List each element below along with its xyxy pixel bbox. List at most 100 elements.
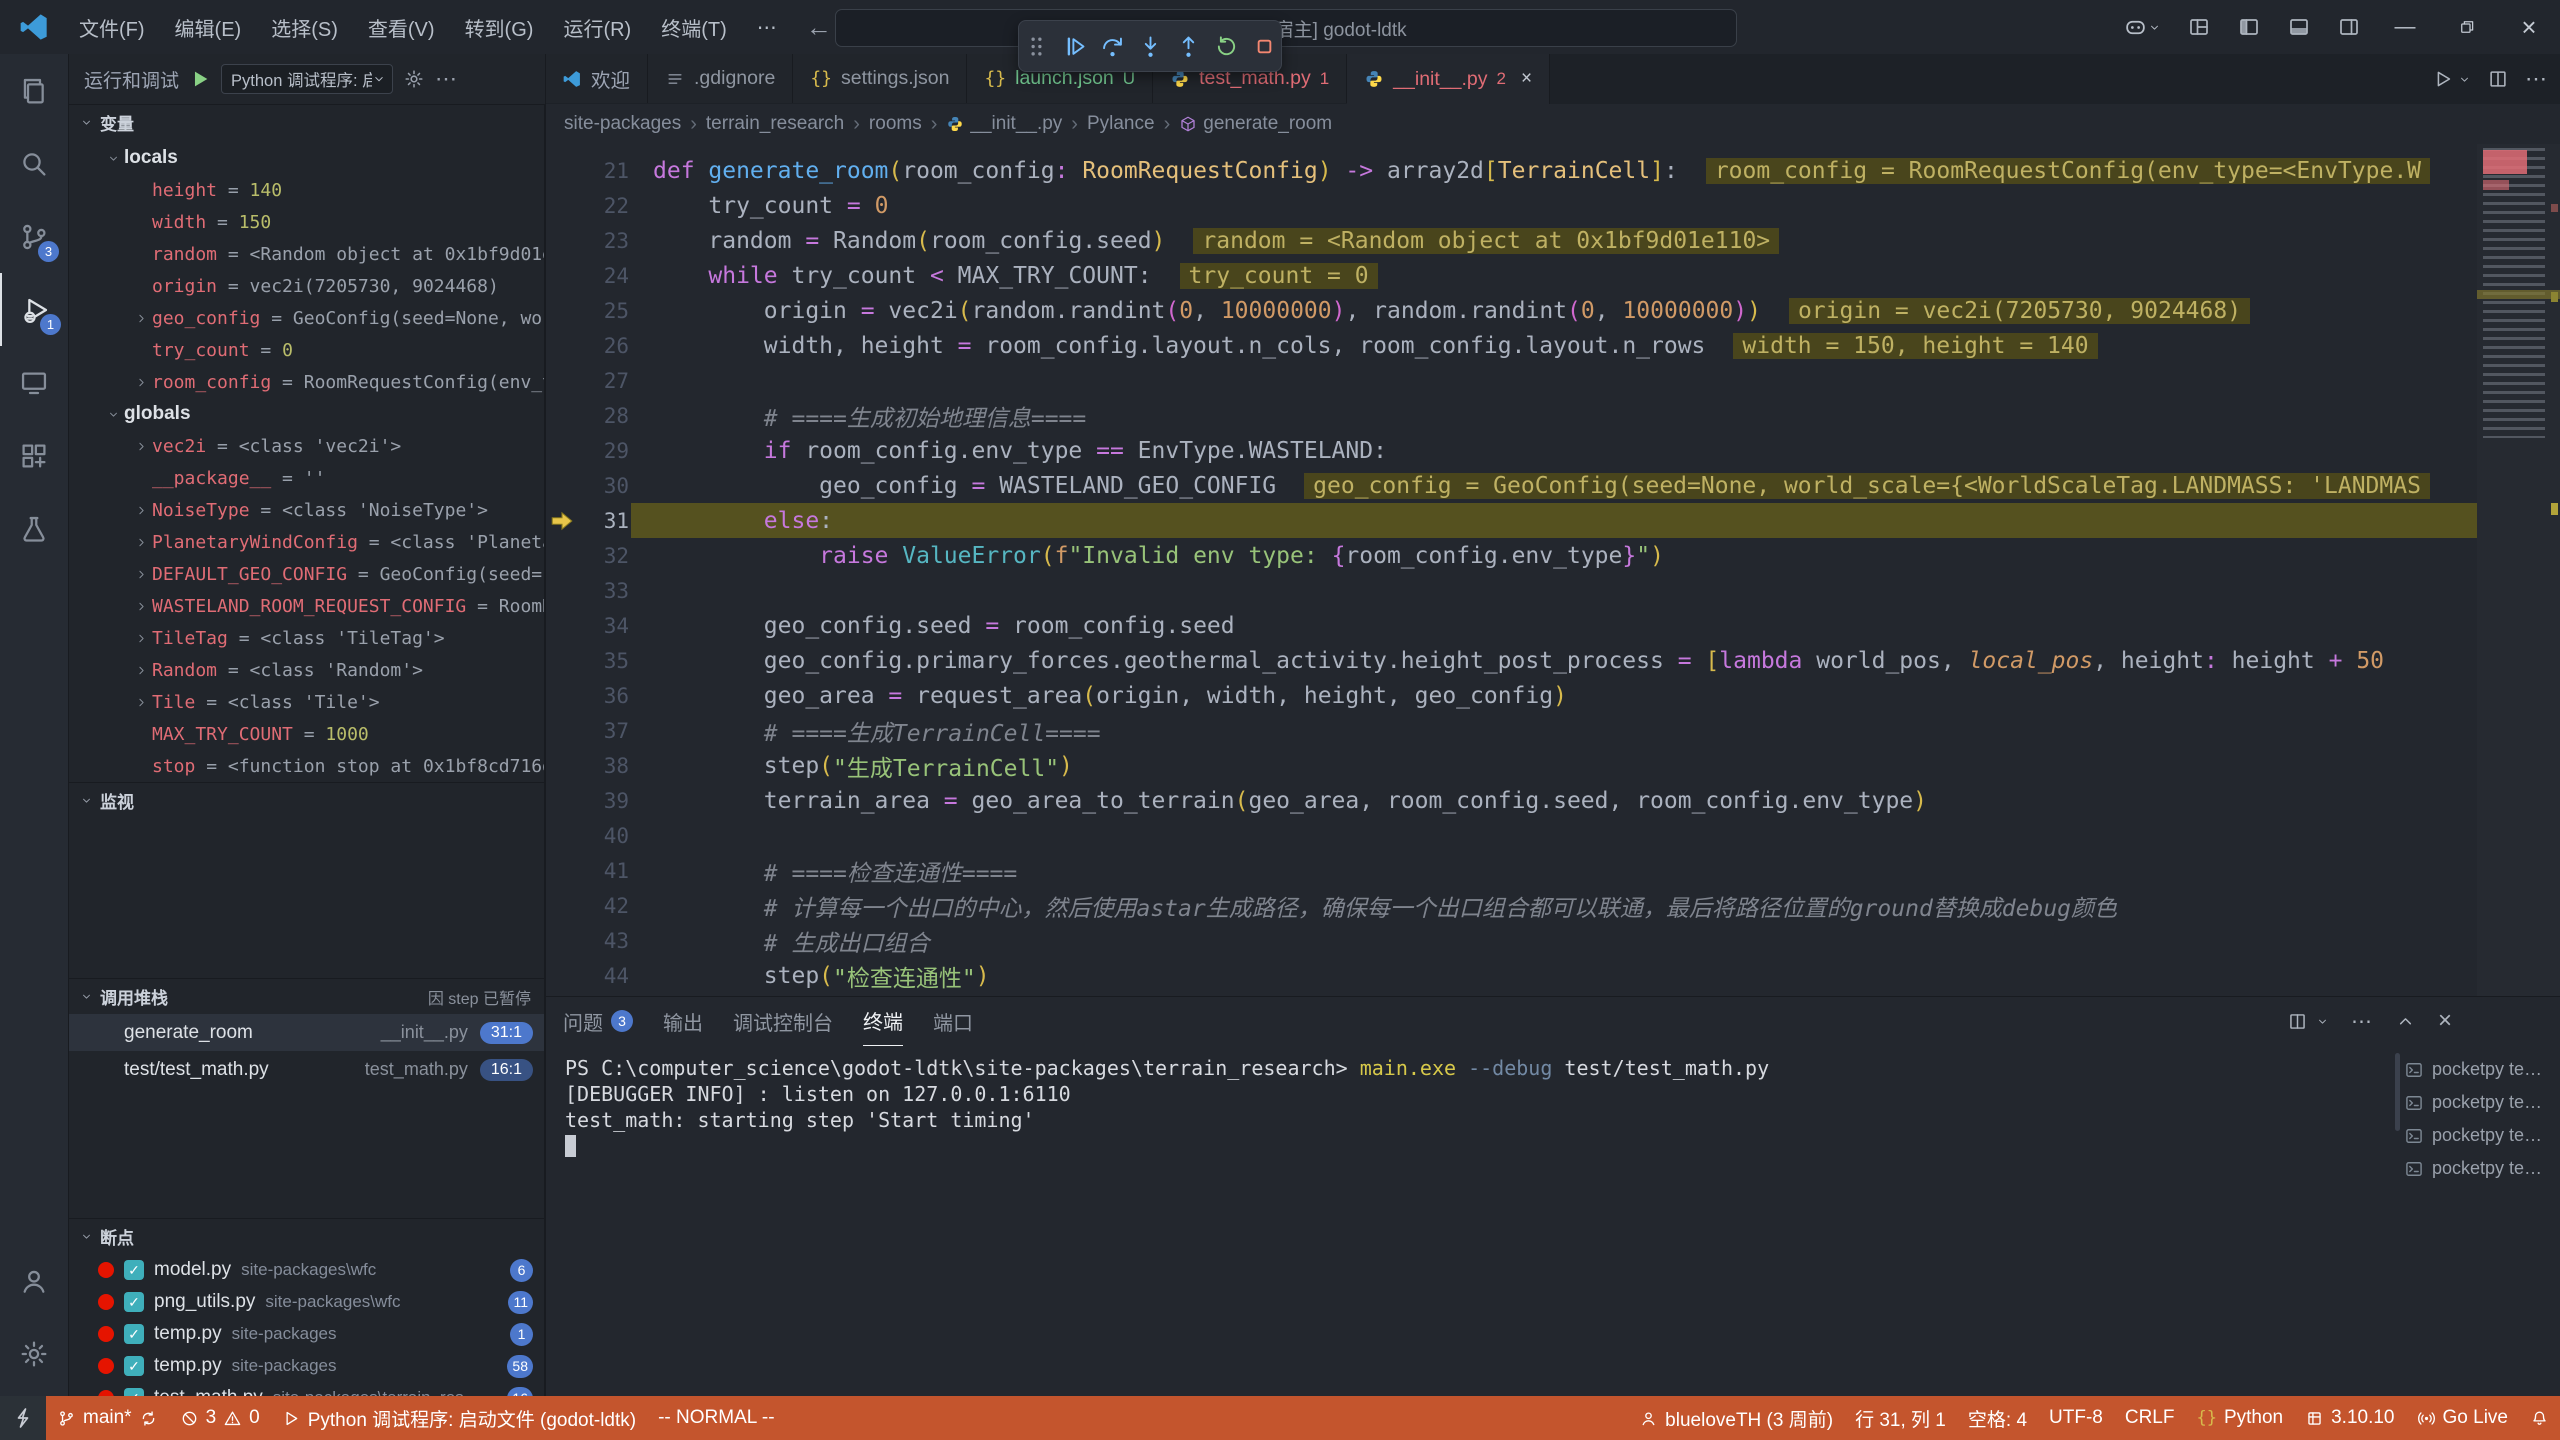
status-vim-mode[interactable]: -- NORMAL -- xyxy=(647,1396,785,1440)
code-line[interactable]: 24 while try_count < MAX_TRY_COUNT:try_c… xyxy=(545,258,2477,293)
variables-scope-globals[interactable]: globals xyxy=(68,398,545,430)
terminal-dropdown-icon[interactable] xyxy=(2316,1015,2329,1028)
variable-row-NoiseType[interactable]: NoiseType = <class 'NoiseType'> xyxy=(68,494,545,526)
code-line[interactable]: 20 xyxy=(545,144,2477,153)
panel-tab-端口[interactable]: 端口 xyxy=(933,997,973,1045)
code-line[interactable]: 22 try_count = 0 xyxy=(545,188,2477,223)
toggle-secondary-sidebar-button[interactable] xyxy=(2324,0,2374,54)
command-center-search[interactable]: [扩展开发宿主] godot-ldtk xyxy=(835,9,1737,47)
menu-终端[interactable]: 终端(T) xyxy=(646,0,742,54)
tab-.gdignore[interactable]: .gdignore xyxy=(648,54,793,103)
activity-extensions[interactable] xyxy=(0,419,68,492)
panel-tab-问题[interactable]: 问题3 xyxy=(563,997,633,1045)
split-editor-button[interactable] xyxy=(2487,68,2509,90)
code-line[interactable]: 33 xyxy=(545,573,2477,608)
variables-section-header[interactable]: 变量 xyxy=(68,104,545,140)
menu-运行[interactable]: 运行(R) xyxy=(548,0,646,54)
panel-tab-输出[interactable]: 输出 xyxy=(663,997,703,1045)
panel-tab-调试控制台[interactable]: 调试控制台 xyxy=(733,997,833,1045)
code-line[interactable]: 44 step("检查连通性") xyxy=(545,958,2477,993)
stop-button[interactable] xyxy=(1247,27,1281,65)
activity-debug[interactable]: 1 xyxy=(0,273,70,346)
more-actions-icon[interactable]: ⋯ xyxy=(435,66,459,92)
variable-row-geo_config[interactable]: geo_config = GeoConfig(seed=None, wor… xyxy=(68,302,545,334)
variables-scope-locals[interactable]: locals xyxy=(68,142,545,174)
breakpoint-row-temp.py[interactable]: ✓temp.pysite-packages1 xyxy=(68,1318,545,1350)
breadcrumb-item-site-packages[interactable]: site-packages xyxy=(564,113,681,135)
callstack-frame-generate_room[interactable]: generate_room__init__.py31:1 xyxy=(68,1014,545,1051)
terminal-instance[interactable]: pocketpy te… xyxy=(2404,1086,2556,1119)
status-debug-session[interactable]: Python 调试程序: 启动文件 (godot-ldtk) xyxy=(271,1396,647,1440)
status-git-branch[interactable]: main* xyxy=(46,1396,169,1440)
callstack-section-header[interactable]: 调用堆栈 因 step 已暂停 xyxy=(68,978,545,1014)
tab-settings.json[interactable]: {}settings.json xyxy=(793,54,967,103)
variable-row-vec2i[interactable]: vec2i = <class 'vec2i'> xyxy=(68,430,545,462)
debug-settings-gear-icon[interactable] xyxy=(403,68,425,90)
toggle-panel-button[interactable] xyxy=(2274,0,2324,54)
code-line[interactable]: 36 geo_area = request_area(origin, width… xyxy=(545,678,2477,713)
breadcrumb-item-__init__.py[interactable]: __init__.py xyxy=(946,113,1062,135)
remote-indicator[interactable] xyxy=(0,1396,46,1440)
status-language-mode[interactable]: {}Python xyxy=(2185,1396,2294,1440)
activity-test-beaker[interactable] xyxy=(0,492,68,565)
restart-button[interactable] xyxy=(1209,27,1243,65)
code-editor[interactable]: 2021def generate_room(room_config: RoomR… xyxy=(545,144,2560,996)
terminal-instance[interactable]: pocketpy te… xyxy=(2404,1119,2556,1152)
breakpoint-checkbox[interactable]: ✓ xyxy=(124,1260,144,1280)
status-git-author[interactable]: blueloveTH (3 周前) xyxy=(1628,1396,1844,1440)
variable-row-room_config[interactable]: room_config = RoomRequestConfig(env_t… xyxy=(68,366,545,398)
terminal-instance[interactable]: pocketpy te… xyxy=(2404,1152,2556,1185)
breakpoint-row-model.py[interactable]: ✓model.pysite-packages\wfc6 xyxy=(68,1254,545,1286)
breakpoint-row-temp.py[interactable]: ✓temp.pysite-packages58 xyxy=(68,1350,545,1382)
code-line[interactable]: 32 raise ValueError(f"Invalid env type: … xyxy=(545,538,2477,573)
menu-编辑[interactable]: 编辑(E) xyxy=(160,0,257,54)
status-notifications[interactable] xyxy=(2519,1396,2560,1440)
variable-row-Tile[interactable]: Tile = <class 'Tile'> xyxy=(68,686,545,718)
maximize-panel-button[interactable] xyxy=(2395,1011,2416,1032)
variable-row-stop[interactable]: stop = <function stop at 0x1bf8cd716d xyxy=(68,750,545,782)
menu-转到[interactable]: 转到(G) xyxy=(450,0,549,54)
code-line[interactable]: 38 step("生成TerrainCell") xyxy=(545,748,2477,783)
run-dropdown-icon[interactable] xyxy=(2458,73,2471,86)
continue-button[interactable] xyxy=(1057,27,1091,65)
code-line[interactable]: 29 if room_config.env_type == EnvType.WA… xyxy=(545,433,2477,468)
variable-row-PlanetaryWindConfig[interactable]: PlanetaryWindConfig = <class 'Planeta… xyxy=(68,526,545,558)
activity-account[interactable] xyxy=(0,1244,68,1317)
code-line[interactable]: 25 origin = vec2i(random.randint(0, 1000… xyxy=(545,293,2477,328)
code-line[interactable]: 35 geo_config.primary_forces.geothermal_… xyxy=(545,643,2477,678)
code-line[interactable]: 27 xyxy=(545,363,2477,398)
tab-欢迎[interactable]: 欢迎 xyxy=(545,54,648,103)
variable-row-origin[interactable]: origin = vec2i(7205730, 9024468) xyxy=(68,270,545,302)
panel-tab-终端[interactable]: 终端 xyxy=(863,997,903,1046)
code-line[interactable]: 31 else: xyxy=(545,503,2477,538)
code-line[interactable]: 21def generate_room(room_config: RoomReq… xyxy=(545,153,2477,188)
code-line[interactable]: 28 # ====生成初始地理信息==== xyxy=(545,398,2477,433)
close-panel-button[interactable]: × xyxy=(2438,1007,2452,1035)
variable-row-width[interactable]: width = 150 xyxy=(68,206,545,238)
customize-layout-button[interactable] xyxy=(2174,0,2224,54)
minimize-button[interactable]: — xyxy=(2374,0,2436,54)
variable-row-random[interactable]: random = <Random object at 0x1bf9d01e… xyxy=(68,238,545,270)
code-line[interactable]: 39 terrain_area = geo_area_to_terrain(ge… xyxy=(545,783,2477,818)
restore-button[interactable] xyxy=(2436,0,2498,54)
status-python-interpreter[interactable]: 3.10.10 xyxy=(2294,1396,2405,1440)
menu-选择[interactable]: 选择(S) xyxy=(256,0,353,54)
variable-row-try_count[interactable]: try_count = 0 xyxy=(68,334,545,366)
step-over-button[interactable] xyxy=(1095,27,1129,65)
panel-more-actions-icon[interactable]: ⋯ xyxy=(2351,1009,2373,1034)
tab-__init__.py[interactable]: __init__.py2× xyxy=(1347,54,1550,104)
breakpoint-checkbox[interactable]: ✓ xyxy=(124,1356,144,1376)
run-python-file-button[interactable] xyxy=(2432,68,2454,90)
split-terminal-button[interactable] xyxy=(2287,1011,2308,1032)
copilot-icon[interactable] xyxy=(2110,0,2174,54)
code-line[interactable]: 42 # 计算每一个出口的中心，然后使用astar生成路径，确保每一个出口组合都… xyxy=(545,888,2477,923)
variable-row-DEFAULT_GEO_CONFIG[interactable]: DEFAULT_GEO_CONFIG = GeoConfig(seed=1… xyxy=(68,558,545,590)
breakpoint-row-test_math.py[interactable]: ✓test_math.pysite-packages\terrain_res…1… xyxy=(68,1382,545,1396)
code-line[interactable]: 37 # ====生成TerrainCell==== xyxy=(545,713,2477,748)
terminal-instance[interactable]: pocketpy te… xyxy=(2404,1053,2556,1086)
debug-configuration-select[interactable]: Python 调试程序: 启: xyxy=(221,64,393,94)
terminal-list-scrollbar[interactable] xyxy=(2395,1053,2400,1131)
menu-文件[interactable]: 文件(F) xyxy=(64,0,160,54)
status-eol[interactable]: CRLF xyxy=(2114,1396,2186,1440)
callstack-frame-test/test_math.py[interactable]: test/test_math.pytest_math.py16:1 xyxy=(68,1051,545,1088)
